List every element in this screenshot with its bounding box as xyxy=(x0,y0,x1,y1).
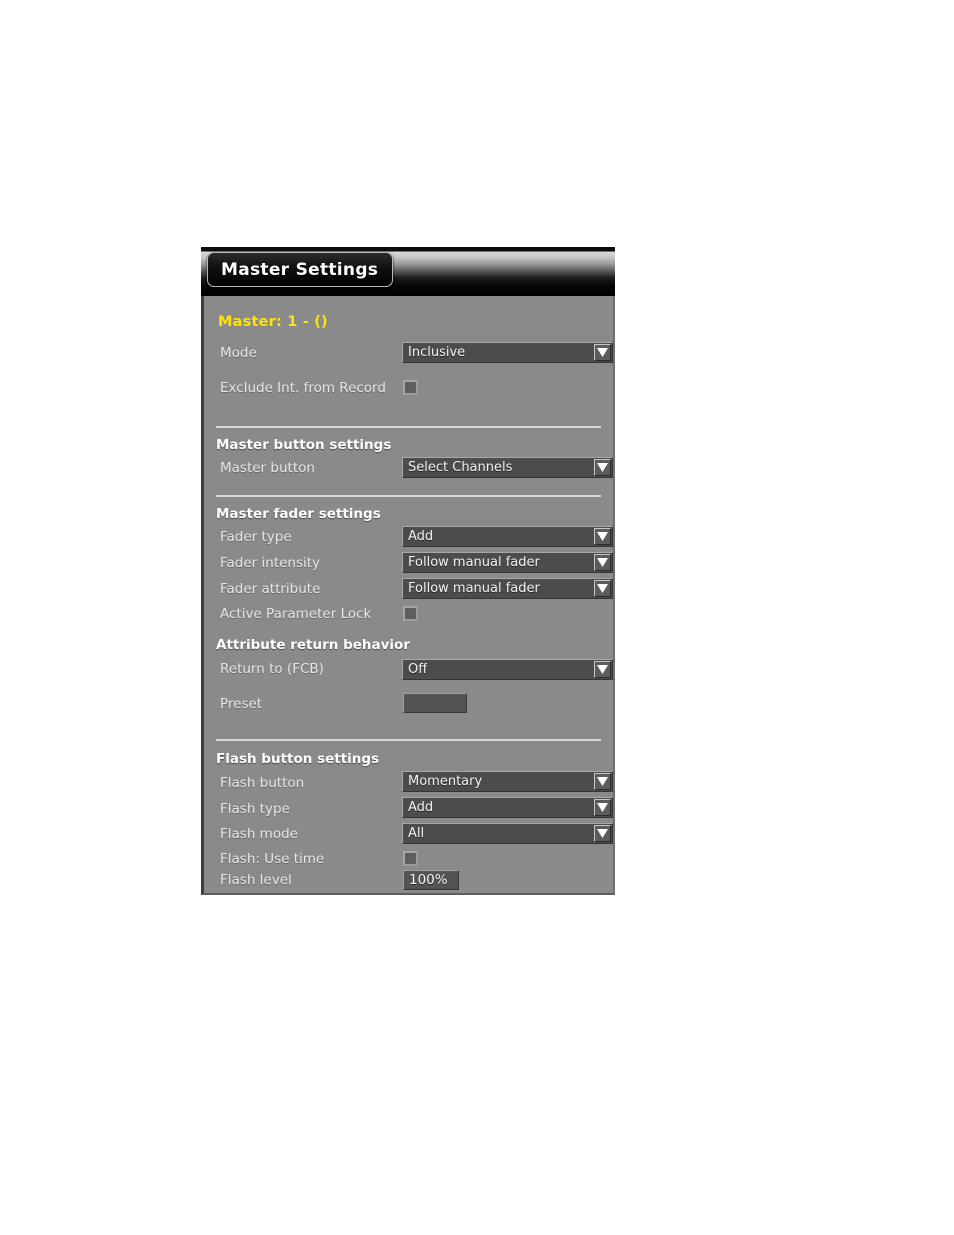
chevron-down-icon[interactable] xyxy=(594,344,611,361)
row-fader-type: Fader type Add xyxy=(204,526,613,552)
label-flash-mode: Flash mode xyxy=(220,826,298,842)
chevron-down-icon[interactable] xyxy=(594,459,611,476)
select-fader-type[interactable]: Add xyxy=(402,526,613,547)
panel-title: Master Settings xyxy=(221,259,379,280)
row-exclude-int-from-record: Exclude Int. from Record xyxy=(204,377,613,403)
label-mode: Mode xyxy=(220,345,257,361)
select-fader-type-value: Add xyxy=(408,529,434,544)
label-flash-level: Flash level xyxy=(220,872,292,888)
label-flash-type: Flash type xyxy=(220,801,290,817)
select-flash-mode-value: All xyxy=(408,826,425,841)
chevron-down-icon[interactable] xyxy=(594,661,611,678)
label-fader-attribute: Fader attribute xyxy=(220,581,321,597)
preset-field[interactable] xyxy=(403,693,467,713)
select-fader-attribute[interactable]: Follow manual fader xyxy=(402,578,613,599)
select-mode-value: Inclusive xyxy=(408,345,466,360)
row-flash-type: Flash type Add xyxy=(204,797,613,824)
select-master-button-value: Select Channels xyxy=(408,460,513,475)
label-master-button: Master button xyxy=(220,460,315,476)
row-active-parameter-lock: Active Parameter Lock xyxy=(204,603,613,629)
select-flash-button[interactable]: Momentary xyxy=(402,771,613,792)
label-flash-button: Flash button xyxy=(220,775,305,791)
row-mode: Mode Inclusive xyxy=(204,342,613,368)
section-title-flash-button-settings: Flash button settings xyxy=(216,751,380,767)
row-fader-attribute: Fader attribute Follow manual fader xyxy=(204,578,613,604)
panel-title-tab[interactable]: Master Settings xyxy=(207,252,394,287)
section-title-attribute-return-behavior: Attribute return behavior xyxy=(216,637,410,653)
chevron-down-icon[interactable] xyxy=(594,528,611,545)
divider-master-fader xyxy=(216,495,601,497)
select-return-to-fcb[interactable]: Off xyxy=(402,659,613,680)
select-flash-mode[interactable]: All xyxy=(402,823,613,844)
chevron-down-icon[interactable] xyxy=(594,825,611,842)
label-return-to-fcb: Return to (FCB) xyxy=(220,661,324,677)
label-fader-intensity: Fader intensity xyxy=(220,555,321,571)
select-fader-intensity[interactable]: Follow manual fader xyxy=(402,552,613,573)
label-fader-type: Fader type xyxy=(220,529,292,545)
flash-level-field[interactable]: 100% xyxy=(403,870,459,890)
chevron-down-icon[interactable] xyxy=(594,773,611,790)
divider-master-button xyxy=(216,426,601,428)
section-title-master-button-settings: Master button settings xyxy=(216,437,392,453)
checkbox-flash-use-time[interactable] xyxy=(403,851,418,866)
select-flash-type-value: Add xyxy=(408,800,434,815)
divider-flash-button xyxy=(216,739,601,741)
panel-body: Master: 1 - () Mode Inclusive Exclude In… xyxy=(201,296,615,895)
select-flash-type[interactable]: Add xyxy=(402,797,613,818)
row-preset: Preset xyxy=(204,693,613,719)
select-mode[interactable]: Inclusive xyxy=(402,342,613,363)
master-heading: Master: 1 - () xyxy=(218,314,328,330)
row-flash-mode: Flash mode All xyxy=(204,823,613,849)
select-fader-attribute-value: Follow manual fader xyxy=(408,581,540,596)
row-flash-button: Flash button Momentary xyxy=(204,771,613,798)
row-fader-intensity: Fader intensity Follow manual fader xyxy=(204,552,613,578)
row-master-button: Master button Select Channels xyxy=(204,457,613,483)
select-fader-intensity-value: Follow manual fader xyxy=(408,555,540,570)
label-flash-use-time: Flash: Use time xyxy=(220,851,325,867)
checkbox-active-parameter-lock[interactable] xyxy=(403,606,418,621)
master-settings-panel: Master Settings Master: 1 - () Mode Incl… xyxy=(201,247,615,895)
panel-titlebar: Master Settings xyxy=(201,247,615,296)
select-flash-button-value: Momentary xyxy=(408,774,483,789)
flash-level-field-value: 100% xyxy=(409,872,448,888)
select-return-to-fcb-value: Off xyxy=(408,662,428,677)
chevron-down-icon[interactable] xyxy=(594,799,611,816)
checkbox-exclude-int-from-record[interactable] xyxy=(403,380,418,395)
screenshot-canvas: Master Settings Master: 1 - () Mode Incl… xyxy=(0,0,954,1235)
label-active-parameter-lock: Active Parameter Lock xyxy=(220,606,372,622)
select-master-button[interactable]: Select Channels xyxy=(402,457,613,478)
chevron-down-icon[interactable] xyxy=(594,554,611,571)
chevron-down-icon[interactable] xyxy=(594,580,611,597)
label-preset: Preset xyxy=(220,696,263,712)
section-title-master-fader-settings: Master fader settings xyxy=(216,506,381,522)
row-return-to-fcb: Return to (FCB) Off xyxy=(204,658,613,684)
row-flash-level: Flash level 100% xyxy=(204,869,613,895)
label-exclude-int-from-record: Exclude Int. from Record xyxy=(220,380,386,396)
